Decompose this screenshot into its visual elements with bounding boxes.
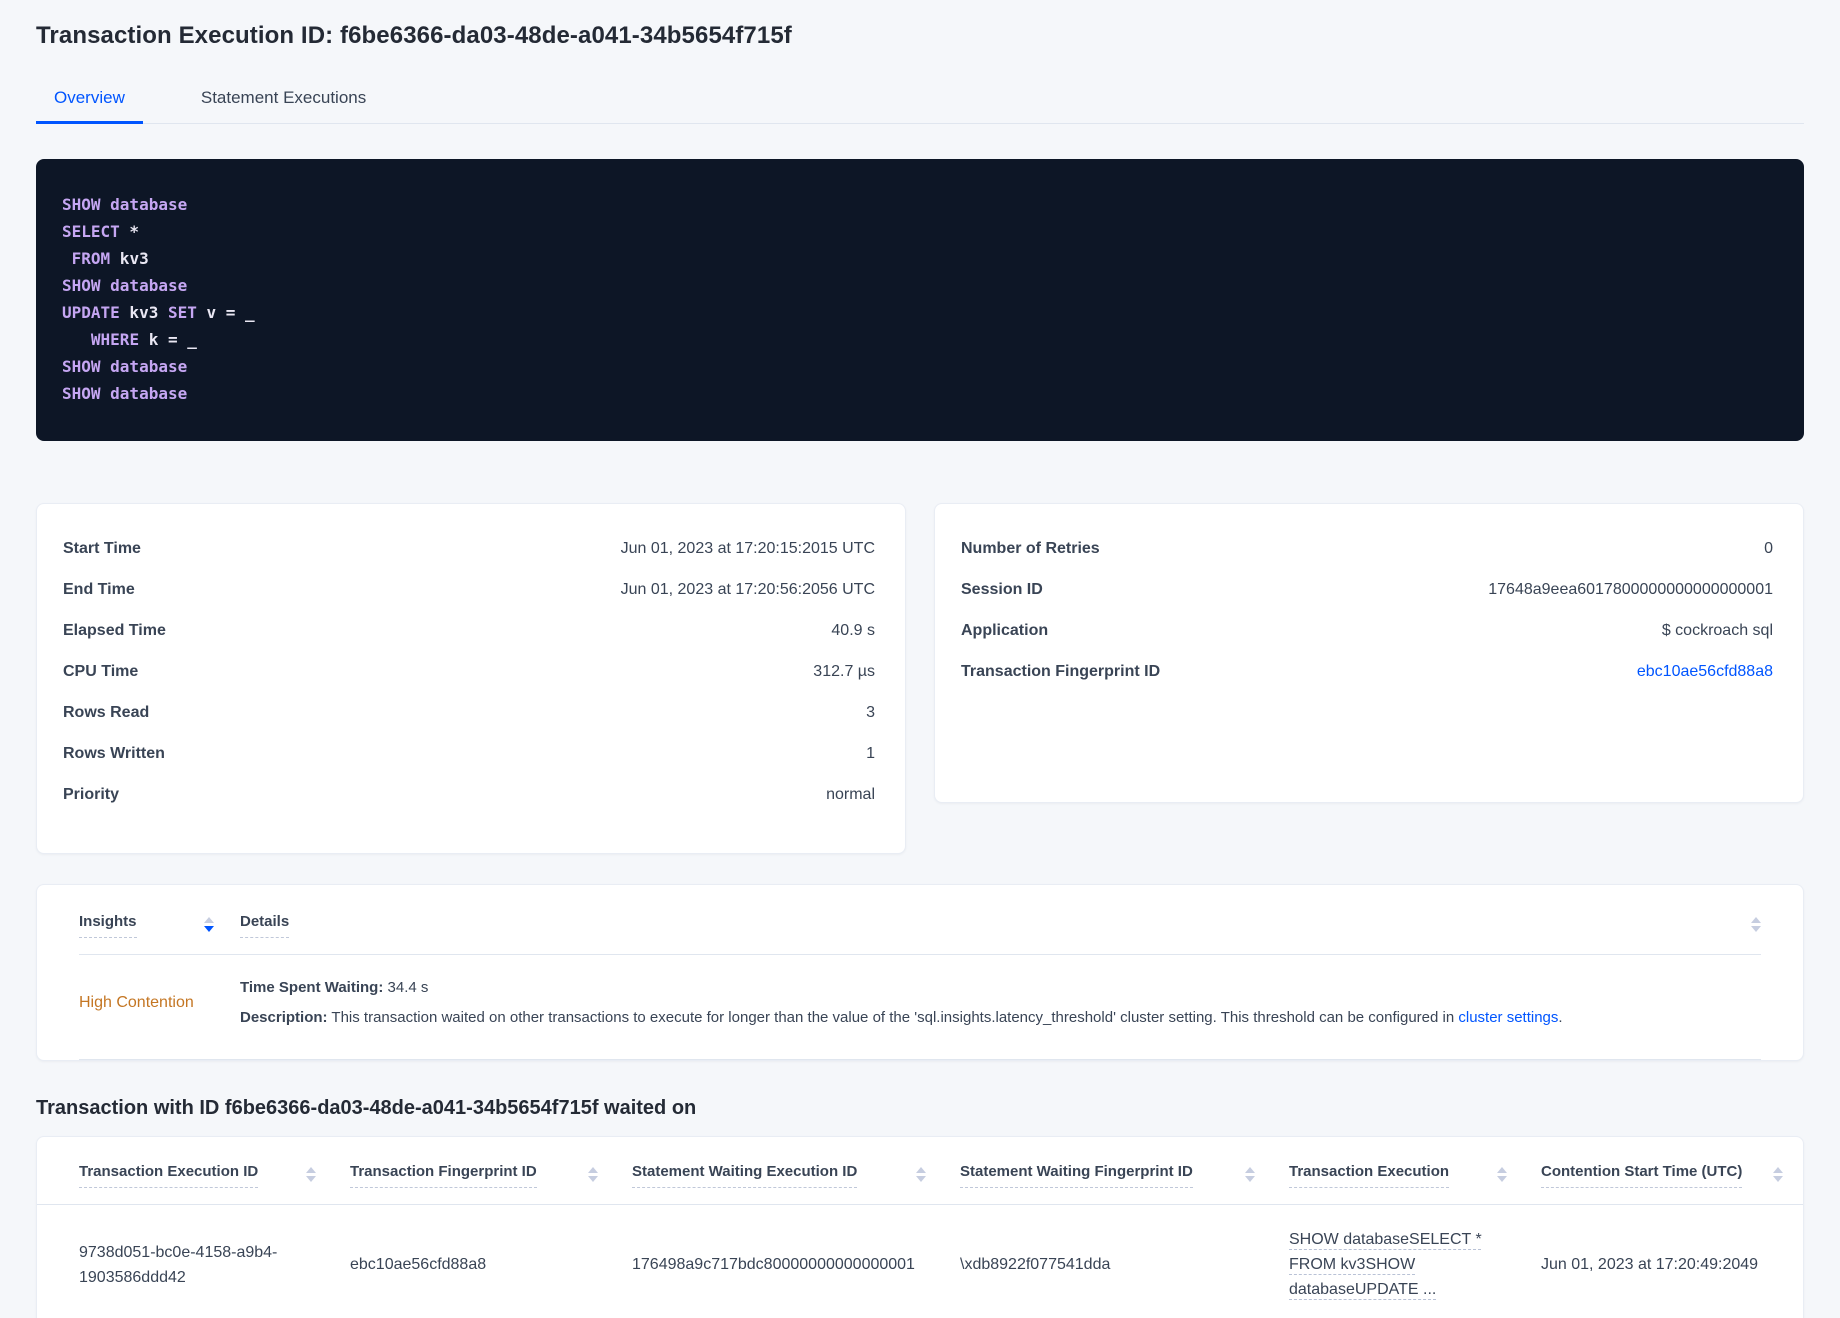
waited-table-header-row: Transaction Execution ID Transaction Fing… xyxy=(37,1137,1803,1205)
sort-desc-icon[interactable] xyxy=(204,917,214,932)
statement-waiting-execution-id-cell: 176498a9c717bdc80000000000000001 xyxy=(632,1256,915,1273)
summary-row: End Time Jun 01, 2023 at 17:20:56:2056 UT… xyxy=(63,581,875,622)
statement-waiting-fingerprint-id-cell: \xdb8922f077541dda xyxy=(960,1256,1111,1273)
column-header-label: Contention Start Time (UTC) xyxy=(1541,1163,1743,1188)
insights-column-header[interactable]: Insights xyxy=(79,913,137,938)
time-spent-waiting-line: Time Spent Waiting: 34.4 s xyxy=(240,973,1761,1003)
transaction-fingerprint-id-cell: ebc10ae56cfd88a8 xyxy=(350,1256,487,1273)
waited-on-table-card: Transaction Execution ID Transaction Fing… xyxy=(36,1136,1804,1318)
summary-value: 17648a9eea6017800000000000000001 xyxy=(1488,581,1773,598)
sql-line: FROM kv3 xyxy=(71,249,149,268)
summary-value: 1 xyxy=(866,745,875,762)
summary-label: End Time xyxy=(63,581,135,598)
sort-icon[interactable] xyxy=(306,1167,316,1182)
sql-line: UPDATE kv3 SET v = _ xyxy=(62,303,255,322)
summary-row: Start Time Jun 01, 2023 at 17:20:15:2015 … xyxy=(63,540,875,581)
insight-row: High Contention Time Spent Waiting: 34.4… xyxy=(79,955,1761,1060)
description-label: Description: xyxy=(240,1009,328,1026)
description-line: Description: This transaction waited on … xyxy=(240,1003,1761,1033)
summary-value: 3 xyxy=(866,704,875,721)
sql-line: SHOW database xyxy=(62,276,188,295)
insight-type-label: High Contention xyxy=(79,994,194,1011)
summary-label: Rows Read xyxy=(63,704,150,721)
summary-label: Elapsed Time xyxy=(63,622,166,639)
transaction-fingerprint-link[interactable]: ebc10ae56cfd88a8 xyxy=(1637,663,1773,681)
column-header[interactable]: Contention Start Time (UTC) xyxy=(1541,1137,1783,1204)
summary-row: Application $ cockroach sql xyxy=(961,622,1773,663)
column-header[interactable]: Statement Waiting Fingerprint ID xyxy=(960,1137,1289,1204)
details-column-header[interactable]: Details xyxy=(240,913,290,938)
sort-icon[interactable] xyxy=(1751,917,1761,932)
summary-value: 40.9 s xyxy=(831,622,875,639)
transaction-execution-id-cell: 9738d051-bc0e-4158-a9b4-1903586ddd42 xyxy=(79,1243,278,1286)
time-spent-waiting-label: Time Spent Waiting: xyxy=(240,979,384,996)
insights-table-header: Insights Details xyxy=(79,885,1761,955)
column-header-label: Transaction Execution ID xyxy=(79,1163,259,1188)
page-title: Transaction Execution ID: f6be6366-da03-… xyxy=(36,22,792,49)
summary-row: Rows Written 1 xyxy=(63,745,875,786)
summary-value: Jun 01, 2023 at 17:20:15:2015 UTC xyxy=(620,540,875,557)
sql-line: SELECT * xyxy=(62,222,140,241)
transaction-execution-cell[interactable]: SHOW databaseSELECT * FROM kv3SHOW datab… xyxy=(1289,1227,1541,1302)
time-spent-waiting-value: 34.4 s xyxy=(387,979,429,996)
insights-card: Insights Details High Contention Time Sp… xyxy=(36,884,1804,1061)
summary-label: Start Time xyxy=(63,540,141,557)
summary-label: Priority xyxy=(63,786,120,803)
summary-label: CPU Time xyxy=(63,663,139,680)
sort-icon[interactable] xyxy=(916,1167,926,1182)
summary-value: $ cockroach sql xyxy=(1661,622,1773,639)
transaction-details-page: Transaction Execution ID: f6be6366-da03-… xyxy=(0,0,1840,1318)
summary-label: Number of Retries xyxy=(961,540,1100,557)
sql-line: SHOW database xyxy=(62,357,188,376)
summary-row: Number of Retries 0 xyxy=(961,540,1773,581)
summary-value: Jun 01, 2023 at 17:20:56:2056 UTC xyxy=(620,581,875,598)
tab-overview[interactable]: Overview xyxy=(36,78,143,124)
sql-statements-box: SHOW database SELECT * FROM kv3 SHOW datab… xyxy=(36,159,1804,441)
session-summary-card: Number of Retries 0 Session ID 17648a9eea60… xyxy=(934,503,1804,803)
sort-icon[interactable] xyxy=(588,1167,598,1182)
summary-label: Application xyxy=(961,622,1049,639)
column-header[interactable]: Transaction Fingerprint ID xyxy=(350,1137,632,1204)
summary-label: Rows Written xyxy=(63,745,165,762)
description-period: . xyxy=(1558,1009,1563,1026)
description-text: This transaction waited on other transac… xyxy=(331,1009,1459,1026)
waited-table-row: 9738d051-bc0e-4158-a9b4-1903586ddd42 ebc1… xyxy=(37,1205,1803,1318)
insight-details: Time Spent Waiting: 34.4 s Description: … xyxy=(240,973,1761,1033)
summary-row: Session ID 17648a9eea60178000000000000000… xyxy=(961,581,1773,622)
summary-label: Transaction Fingerprint ID xyxy=(961,663,1161,680)
column-header[interactable]: Statement Waiting Execution ID xyxy=(632,1137,960,1204)
cluster-settings-link[interactable]: cluster settings xyxy=(1458,1009,1558,1026)
column-header-label: Statement Waiting Fingerprint ID xyxy=(960,1163,1193,1188)
sql-line: SHOW database xyxy=(62,195,188,214)
summary-row: CPU Time 312.7 µs xyxy=(63,663,875,704)
contention-start-time-cell: Jun 01, 2023 at 17:20:49:2049 xyxy=(1541,1256,1759,1273)
sort-icon[interactable] xyxy=(1245,1167,1255,1182)
column-header-label: Transaction Fingerprint ID xyxy=(350,1163,537,1188)
summary-value: normal xyxy=(826,786,875,803)
summary-cards-row: Start Time Jun 01, 2023 at 17:20:15:2015 … xyxy=(36,503,1804,854)
column-header-label: Transaction Execution xyxy=(1289,1163,1450,1188)
summary-label: Session ID xyxy=(961,581,1043,598)
tab-bar: Overview Statement Executions xyxy=(36,78,1804,124)
tab-statement-executions[interactable]: Statement Executions xyxy=(183,78,384,124)
summary-row: Transaction Fingerprint ID ebc10ae56cfd88… xyxy=(961,663,1773,704)
sort-icon[interactable] xyxy=(1773,1167,1783,1182)
summary-row: Rows Read 3 xyxy=(63,704,875,745)
execution-summary-card: Start Time Jun 01, 2023 at 17:20:15:2015 … xyxy=(36,503,906,854)
sort-icon[interactable] xyxy=(1497,1167,1507,1182)
column-header-label: Statement Waiting Execution ID xyxy=(632,1163,858,1188)
waited-on-heading: Transaction with ID f6be6366-da03-48de-a… xyxy=(36,1097,697,1119)
summary-value: 0 xyxy=(1764,540,1773,557)
sql-line: WHERE k = _ xyxy=(90,330,197,349)
summary-row: Priority normal xyxy=(63,786,875,827)
insights-column: Insights xyxy=(79,913,240,954)
column-header[interactable]: Transaction Execution ID xyxy=(79,1137,350,1204)
summary-value: 312.7 µs xyxy=(813,663,875,680)
waited-table-body: 9738d051-bc0e-4158-a9b4-1903586ddd42 ebc1… xyxy=(37,1205,1803,1318)
column-header[interactable]: Transaction Execution xyxy=(1289,1137,1541,1204)
transaction-execution-link[interactable]: SHOW databaseSELECT * FROM kv3SHOW datab… xyxy=(1289,1227,1499,1302)
sql-line: SHOW database xyxy=(62,384,188,403)
summary-row: Elapsed Time 40.9 s xyxy=(63,622,875,663)
